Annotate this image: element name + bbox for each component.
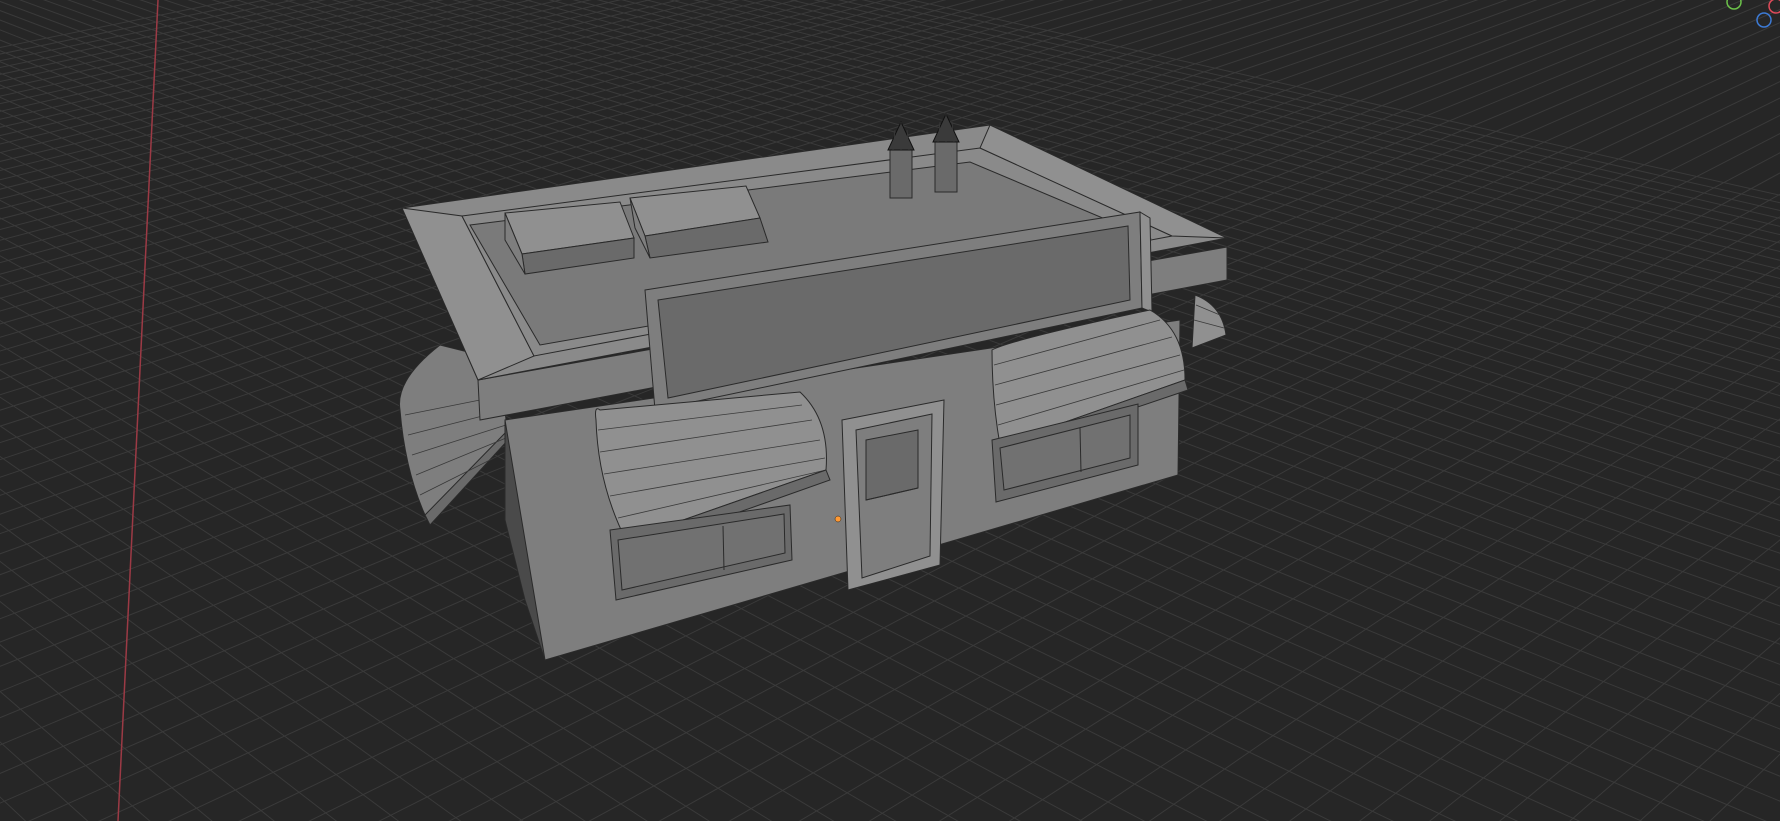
origin-dot-icon	[834, 515, 842, 523]
building-mesh[interactable]	[399, 112, 1229, 661]
z-axis-icon[interactable]	[1756, 12, 1772, 28]
3d-viewport[interactable]	[0, 0, 1780, 821]
x-axis-icon[interactable]	[1768, 0, 1780, 14]
front-door[interactable]	[841, 399, 945, 591]
awning[interactable]	[1191, 294, 1227, 349]
viewport-canvas[interactable]	[0, 0, 1780, 821]
navigation-gizmo[interactable]	[1726, 0, 1780, 28]
chimney-vent[interactable]	[887, 120, 915, 199]
